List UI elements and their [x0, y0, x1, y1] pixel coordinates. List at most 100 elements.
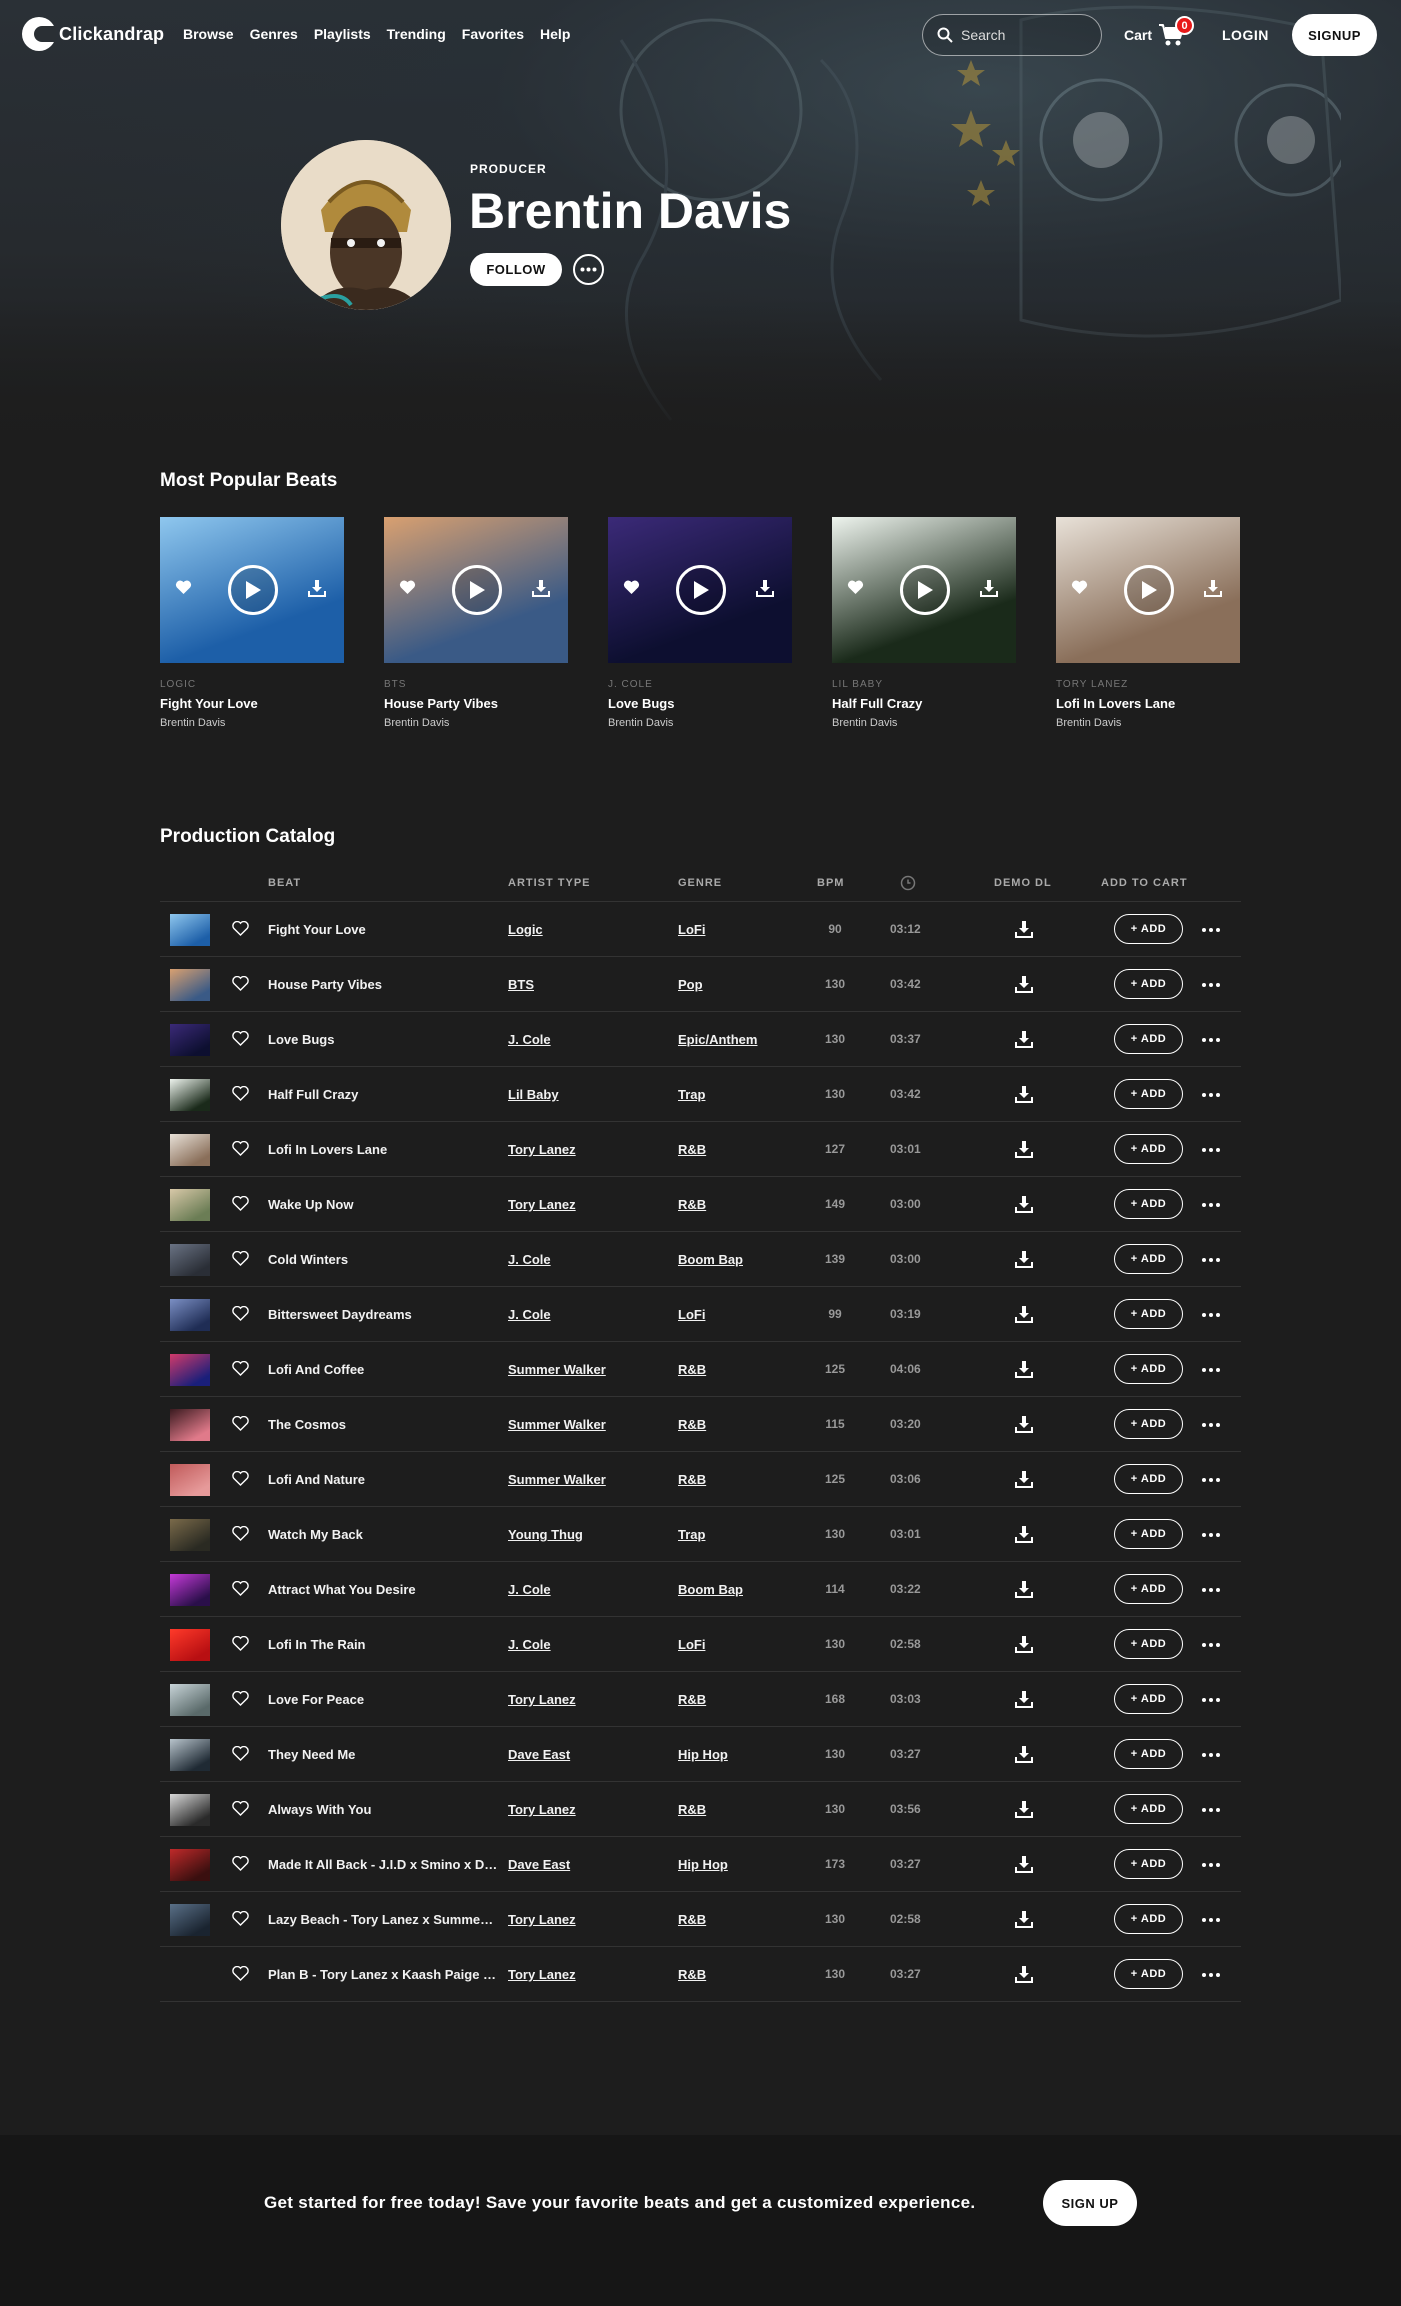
download-icon[interactable] — [532, 579, 550, 602]
row-more-icon[interactable] — [1202, 1753, 1220, 1757]
catalog-row[interactable]: Fight Your Love Logic LoFi 90 03:12 + ADD — [160, 902, 1241, 957]
demo-download-icon[interactable] — [1015, 1085, 1033, 1106]
play-button[interactable] — [452, 565, 502, 615]
genre-link[interactable]: R&B — [678, 1802, 706, 1817]
beat-thumbnail[interactable] — [170, 1904, 210, 1936]
favorite-heart-icon[interactable] — [847, 580, 864, 600]
artist-type-link[interactable]: Summer Walker — [508, 1472, 606, 1487]
beat-cover-image[interactable] — [608, 517, 792, 663]
genre-link[interactable]: R&B — [678, 1472, 706, 1487]
favorite-heart-icon[interactable] — [232, 1140, 249, 1159]
favorite-heart-icon[interactable] — [232, 1030, 249, 1049]
beat-title[interactable]: Lazy Beach - Tory Lanez x Summer Walker — [268, 1912, 498, 1927]
demo-download-icon[interactable] — [1015, 1525, 1033, 1546]
beat-thumbnail[interactable] — [170, 1189, 210, 1221]
artist-type-link[interactable]: Summer Walker — [508, 1417, 606, 1432]
beat-thumbnail[interactable] — [170, 1574, 210, 1606]
beat-thumbnail[interactable] — [170, 1739, 210, 1771]
row-more-icon[interactable] — [1202, 1258, 1220, 1262]
catalog-row[interactable]: House Party Vibes BTS Pop 130 03:42 + ADD — [160, 957, 1241, 1012]
beat-title[interactable]: Love For Peace — [268, 1692, 498, 1707]
card-producer-name[interactable]: Brentin Davis — [1056, 717, 1240, 729]
catalog-row[interactable]: Cold Winters J. Cole Boom Bap 139 03:00 + ADD — [160, 1232, 1241, 1287]
beat-thumbnail[interactable] — [170, 1629, 210, 1661]
favorite-heart-icon[interactable] — [232, 1800, 249, 1819]
genre-link[interactable]: R&B — [678, 1692, 706, 1707]
beat-thumbnail[interactable] — [170, 1079, 210, 1111]
favorite-heart-icon[interactable] — [232, 975, 249, 994]
play-button[interactable] — [228, 565, 278, 615]
favorite-heart-icon[interactable] — [232, 1360, 249, 1379]
demo-download-icon[interactable] — [1015, 1360, 1033, 1381]
beat-thumbnail[interactable] — [170, 1684, 210, 1716]
brand-logo[interactable]: Clickandrap — [22, 17, 164, 51]
catalog-row[interactable]: Lofi In Lovers Lane Tory Lanez R&B 127 03:01… — [160, 1122, 1241, 1177]
demo-download-icon[interactable] — [1015, 1140, 1033, 1161]
beat-thumbnail[interactable] — [170, 1299, 210, 1331]
card-beat-title[interactable]: House Party Vibes — [384, 696, 568, 711]
artist-type-link[interactable]: Dave East — [508, 1857, 570, 1872]
catalog-row[interactable]: Lofi And Coffee Summer Walker R&B 125 04:06 +… — [160, 1342, 1241, 1397]
add-to-cart-button[interactable]: + ADD — [1114, 1629, 1183, 1659]
beat-thumbnail[interactable] — [170, 914, 210, 946]
beat-thumbnail[interactable] — [170, 1519, 210, 1551]
genre-link[interactable]: Pop — [678, 977, 703, 992]
play-button[interactable] — [676, 565, 726, 615]
favorite-heart-icon[interactable] — [232, 1085, 249, 1104]
row-more-icon[interactable] — [1202, 1588, 1220, 1592]
catalog-row[interactable]: Lofi And Nature Summer Walker R&B 125 03:06 +… — [160, 1452, 1241, 1507]
add-to-cart-button[interactable]: + ADD — [1114, 1409, 1183, 1439]
genre-link[interactable]: R&B — [678, 1142, 706, 1157]
add-to-cart-button[interactable]: + ADD — [1114, 1684, 1183, 1714]
favorite-heart-icon[interactable] — [232, 1305, 249, 1324]
popular-beat-card[interactable]: J. COLE Love Bugs Brentin Davis — [608, 517, 792, 729]
catalog-row[interactable]: Always With You Tory Lanez R&B 130 03:56 + AD… — [160, 1782, 1241, 1837]
catalog-row[interactable]: Watch My Back Young Thug Trap 130 03:01 + ADD — [160, 1507, 1241, 1562]
beat-title[interactable]: Always With You — [268, 1802, 498, 1817]
catalog-row[interactable]: Made It All Back - J.I.D x Smino x Dav..… — [160, 1837, 1241, 1892]
login-link[interactable]: LOGIN — [1222, 27, 1269, 43]
demo-download-icon[interactable] — [1015, 1910, 1033, 1931]
download-icon[interactable] — [308, 579, 326, 602]
beat-thumbnail[interactable] — [170, 969, 210, 1001]
demo-download-icon[interactable] — [1015, 920, 1033, 941]
genre-link[interactable]: Epic/Anthem — [678, 1032, 757, 1047]
beat-thumbnail[interactable] — [170, 1849, 210, 1881]
add-to-cart-button[interactable]: + ADD — [1114, 1849, 1183, 1879]
beat-thumbnail[interactable] — [170, 1959, 210, 1991]
genre-link[interactable]: Trap — [678, 1527, 705, 1542]
artist-type-link[interactable]: Lil Baby — [508, 1087, 559, 1102]
genre-link[interactable]: Boom Bap — [678, 1252, 743, 1267]
popular-beat-card[interactable]: LOGIC Fight Your Love Brentin Davis — [160, 517, 344, 729]
card-artist-type[interactable]: TORY LANEZ — [1056, 679, 1240, 690]
favorite-heart-icon[interactable] — [232, 1195, 249, 1214]
demo-download-icon[interactable] — [1015, 1690, 1033, 1711]
card-producer-name[interactable]: Brentin Davis — [384, 717, 568, 729]
favorite-heart-icon[interactable] — [232, 1525, 249, 1544]
favorite-heart-icon[interactable] — [232, 1855, 249, 1874]
add-to-cart-button[interactable]: + ADD — [1114, 1024, 1183, 1054]
favorite-heart-icon[interactable] — [175, 580, 192, 600]
demo-download-icon[interactable] — [1015, 1030, 1033, 1051]
beat-title[interactable]: Wake Up Now — [268, 1197, 498, 1212]
catalog-row[interactable]: Lazy Beach - Tory Lanez x Summer Walker T… — [160, 1892, 1241, 1947]
beat-title[interactable]: Lofi In Lovers Lane — [268, 1142, 498, 1157]
row-more-icon[interactable] — [1202, 1643, 1220, 1647]
cart-button[interactable]: Cart 0 — [1124, 16, 1195, 48]
add-to-cart-button[interactable]: + ADD — [1114, 1189, 1183, 1219]
row-more-icon[interactable] — [1202, 1698, 1220, 1702]
row-more-icon[interactable] — [1202, 1478, 1220, 1482]
favorite-heart-icon[interactable] — [232, 1250, 249, 1269]
genre-link[interactable]: R&B — [678, 1912, 706, 1927]
row-more-icon[interactable] — [1202, 1863, 1220, 1867]
beat-title[interactable]: Lofi And Nature — [268, 1472, 498, 1487]
beat-title[interactable]: The Cosmos — [268, 1417, 498, 1432]
popular-beat-card[interactable]: BTS House Party Vibes Brentin Davis — [384, 517, 568, 729]
nav-link-genres[interactable]: Genres — [250, 26, 298, 42]
artist-type-link[interactable]: J. Cole — [508, 1032, 551, 1047]
genre-link[interactable]: R&B — [678, 1417, 706, 1432]
beat-title[interactable]: Lofi In The Rain — [268, 1637, 498, 1652]
play-button[interactable] — [1124, 565, 1174, 615]
nav-link-help[interactable]: Help — [540, 26, 570, 42]
add-to-cart-button[interactable]: + ADD — [1114, 1794, 1183, 1824]
